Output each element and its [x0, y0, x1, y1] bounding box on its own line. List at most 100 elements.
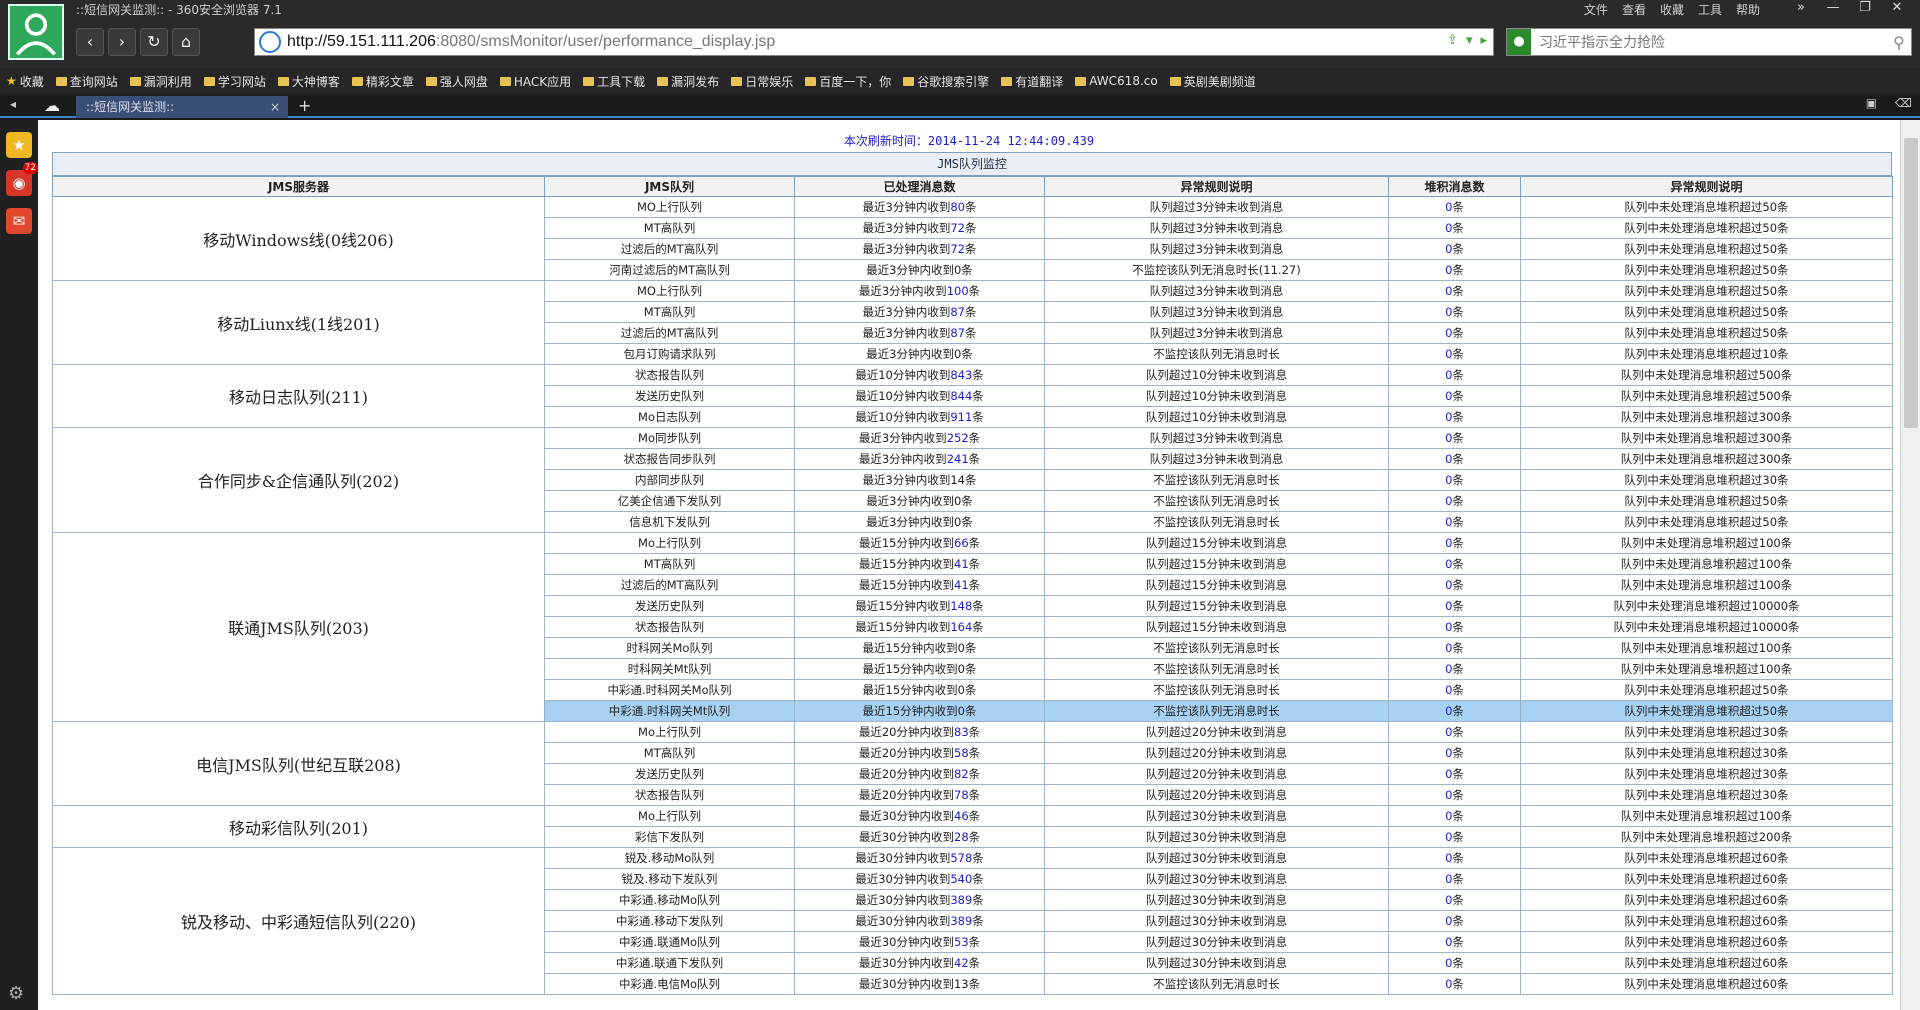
- alert-rule: 队列超过20分钟未收到消息: [1044, 784, 1389, 806]
- menu-favorites[interactable]: 收藏: [1660, 1, 1684, 18]
- queue-name: 中彩通.移动Mo队列: [544, 889, 795, 911]
- backlog-count: 0条: [1388, 700, 1521, 722]
- queue-name: Mo同步队列: [544, 427, 795, 449]
- backlog-rule: 队列中未处理消息堆积超过30条: [1520, 742, 1893, 764]
- alert-rule: 队列超过3分钟未收到消息: [1044, 448, 1389, 470]
- bookmark-item[interactable]: 英剧美剧频道: [1169, 73, 1256, 90]
- search-icon[interactable]: ⚲: [1887, 33, 1911, 52]
- favorites-star-icon[interactable]: ★: [6, 132, 32, 158]
- bookmark-item[interactable]: 有道翻译: [1001, 73, 1063, 90]
- search-engine-icon[interactable]: ●: [1507, 29, 1531, 55]
- table-title: JMS队列监控: [52, 152, 1892, 176]
- queue-name: 内部同步队列: [544, 469, 795, 491]
- alert-rule: 队列超过30分钟未收到消息: [1044, 889, 1389, 911]
- backlog-rule: 队列中未处理消息堆积超过300条: [1520, 406, 1893, 428]
- processed-count: 最近30分钟内收到42条: [794, 952, 1045, 974]
- backlog-rule: 队列中未处理消息堆积超过500条: [1520, 385, 1893, 407]
- more-icon[interactable]: »: [1786, 0, 1816, 18]
- bookmark-item[interactable]: 漏洞发布: [657, 73, 719, 90]
- window-title: ::短信网关监测:: - 360安全浏览器 7.1: [76, 3, 282, 17]
- bookmark-item[interactable]: 学习网站: [203, 73, 266, 90]
- page-content: 本次刷新时间：2014-11-24 12:44:09.439 JMS队列监控 J…: [38, 120, 1900, 1010]
- folder-icon: [1001, 76, 1013, 86]
- table-row: 电信JMS队列(世纪互联208) Mo上行队列 最近20分钟内收到83条 队列超过20…: [52, 721, 1893, 806]
- queue-name: 状态报告队列: [544, 364, 795, 386]
- maximize-button[interactable]: ❐: [1850, 0, 1880, 18]
- sidebar-toggle-icon[interactable]: ◂: [10, 97, 16, 111]
- menu-tools[interactable]: 工具: [1698, 1, 1722, 18]
- backlog-count: 0条: [1388, 553, 1521, 575]
- alert-rule: 队列超过3分钟未收到消息: [1044, 196, 1389, 218]
- bookmark-item[interactable]: HACK应用: [499, 73, 571, 90]
- share-icon[interactable]: ⇪: [1447, 33, 1458, 48]
- bookmark-item[interactable]: 日常娱乐: [731, 73, 793, 90]
- folder-icon: [351, 76, 363, 86]
- queue-name: 发送历史队列: [544, 385, 795, 407]
- folder-icon: [425, 76, 437, 86]
- scrollbar-thumb[interactable]: [1904, 138, 1918, 428]
- bookmark-item[interactable]: 强人网盘: [425, 73, 488, 90]
- folder-icon: [129, 76, 141, 86]
- restore-icon[interactable]: ▣: [1866, 96, 1877, 110]
- url-text[interactable]: http://59.151.111.206:8080/smsMonitor/us…: [287, 33, 775, 51]
- user-avatar[interactable]: [8, 4, 64, 60]
- folder-icon: [657, 76, 669, 86]
- bookmark-item[interactable]: ★ 收藏: [6, 73, 44, 90]
- close-button[interactable]: ✕: [1882, 0, 1912, 18]
- minimize-button[interactable]: —: [1818, 0, 1848, 18]
- backlog-rule: 队列中未处理消息堆积超过50条: [1520, 196, 1893, 218]
- trash-icon[interactable]: ⌫: [1895, 96, 1912, 110]
- menu-help[interactable]: 帮助: [1736, 1, 1760, 18]
- shopping-icon[interactable]: ✉: [6, 208, 32, 234]
- go-icon[interactable]: ▸: [1480, 33, 1487, 48]
- cloud-icon[interactable]: ☁: [44, 96, 60, 115]
- alert-rule: 队列超过3分钟未收到消息: [1044, 280, 1389, 302]
- alert-rule: 不监控该队列无消息时长: [1044, 973, 1389, 995]
- bookmark-item[interactable]: 漏洞利用: [129, 73, 192, 90]
- forward-icon[interactable]: ›: [108, 28, 136, 56]
- bookmark-item[interactable]: AWC618.co: [1075, 74, 1158, 88]
- backlog-count: 0条: [1388, 217, 1521, 239]
- col-header-server: JMS服务器: [52, 176, 545, 197]
- nav-buttons: ‹ › ↻ ⌂: [76, 28, 200, 56]
- bookmark-item[interactable]: 谷歌搜索引擎: [903, 73, 989, 90]
- queue-name: 过滤后的MT高队列: [544, 238, 795, 260]
- server-group-name: 移动日志队列(211): [52, 364, 545, 428]
- processed-count: 最近15分钟内收到41条: [794, 574, 1045, 596]
- processed-count: 最近30分钟内收到28条: [794, 826, 1045, 848]
- backlog-rule: 队列中未处理消息堆积超过50条: [1520, 280, 1893, 302]
- menu-view[interactable]: 查看: [1622, 1, 1646, 18]
- bookmark-item[interactable]: 精彩文章: [351, 73, 414, 90]
- reload-icon[interactable]: ↻: [140, 28, 168, 56]
- alert-rule: 队列超过20分钟未收到消息: [1044, 742, 1389, 764]
- col-header-rule: 异常规则说明: [1044, 176, 1389, 197]
- folder-icon: [805, 76, 817, 86]
- queue-name: MO上行队列: [544, 196, 795, 218]
- menu-file[interactable]: 文件: [1584, 1, 1608, 18]
- dropdown-icon[interactable]: ▾: [1466, 33, 1473, 48]
- processed-count: 最近3分钟内收到87条: [794, 301, 1045, 323]
- new-tab-button[interactable]: +: [298, 96, 311, 115]
- tab-active[interactable]: ::短信网关监测:: ×: [76, 96, 288, 118]
- processed-count: 最近3分钟内收到72条: [794, 217, 1045, 239]
- backlog-rule: 队列中未处理消息堆积超过60条: [1520, 868, 1893, 890]
- backlog-rule: 队列中未处理消息堆积超过50条: [1520, 511, 1893, 533]
- backlog-count: 0条: [1388, 448, 1521, 470]
- bookmark-item[interactable]: 大神博客: [277, 73, 340, 90]
- address-bar[interactable]: http://59.151.111.206:8080/smsMonitor/us…: [254, 28, 1494, 56]
- backlog-count: 0条: [1388, 595, 1521, 617]
- queue-name: 状态报告队列: [544, 784, 795, 806]
- bookmark-item[interactable]: 百度一下，你: [805, 73, 891, 90]
- weibo-icon[interactable]: ◉ 72: [6, 162, 38, 196]
- bookmark-item[interactable]: 工具下载: [583, 73, 645, 90]
- bookmark-item[interactable]: 查询网站: [55, 73, 118, 90]
- alert-rule: 队列超过20分钟未收到消息: [1044, 721, 1389, 743]
- tab-close-icon[interactable]: ×: [270, 96, 280, 118]
- queue-name: Mo上行队列: [544, 805, 795, 827]
- alert-rule: 不监控该队列无消息时长: [1044, 700, 1389, 722]
- search-input[interactable]: [1531, 30, 1887, 54]
- home-icon[interactable]: ⌂: [172, 28, 200, 56]
- gear-icon[interactable]: ⚙: [8, 983, 24, 1004]
- back-icon[interactable]: ‹: [76, 28, 104, 56]
- vertical-scrollbar[interactable]: [1900, 120, 1920, 1010]
